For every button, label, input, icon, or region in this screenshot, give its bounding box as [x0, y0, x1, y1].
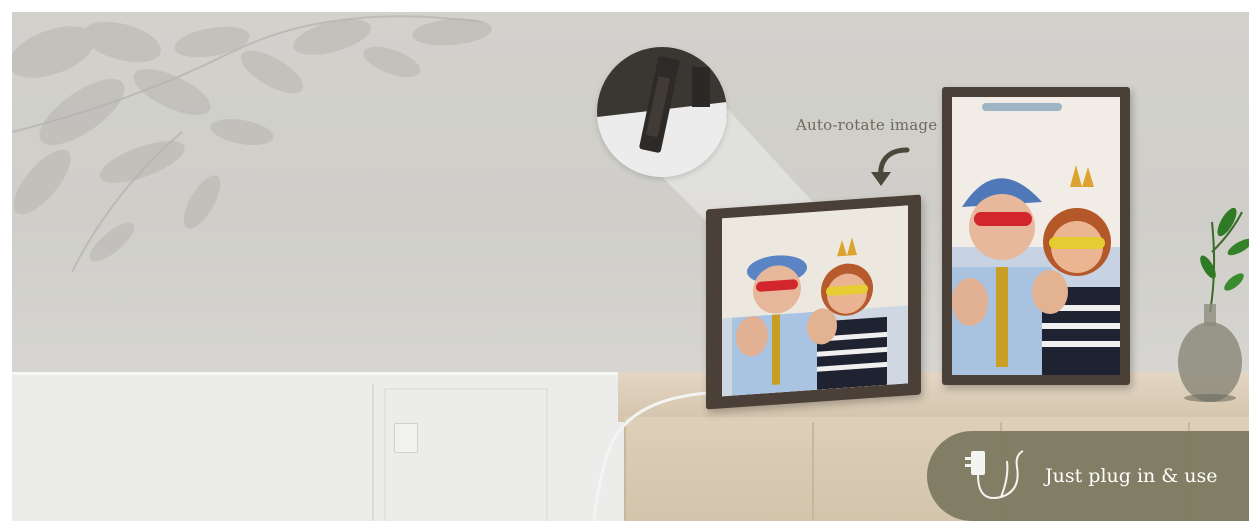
power-adapter-icon [965, 450, 1024, 499]
product-banner: Auto-rotate image Just plug in & use [0, 0, 1255, 526]
photo-frame-landscape [706, 194, 921, 410]
frame-photo [952, 97, 1120, 375]
plug-in-badge: Just plug in & use [927, 431, 1249, 521]
frame-photo [722, 205, 908, 397]
stand-closeup [597, 47, 727, 177]
photo-frame-portrait [942, 87, 1130, 385]
plant-vase [1178, 207, 1249, 402]
plug-in-label: Just plug in & use [1045, 465, 1218, 487]
room-scene: Auto-rotate image Just plug in & use [12, 12, 1249, 521]
curved-arrow-icon [871, 147, 910, 186]
auto-rotate-label: Auto-rotate image [796, 116, 938, 134]
